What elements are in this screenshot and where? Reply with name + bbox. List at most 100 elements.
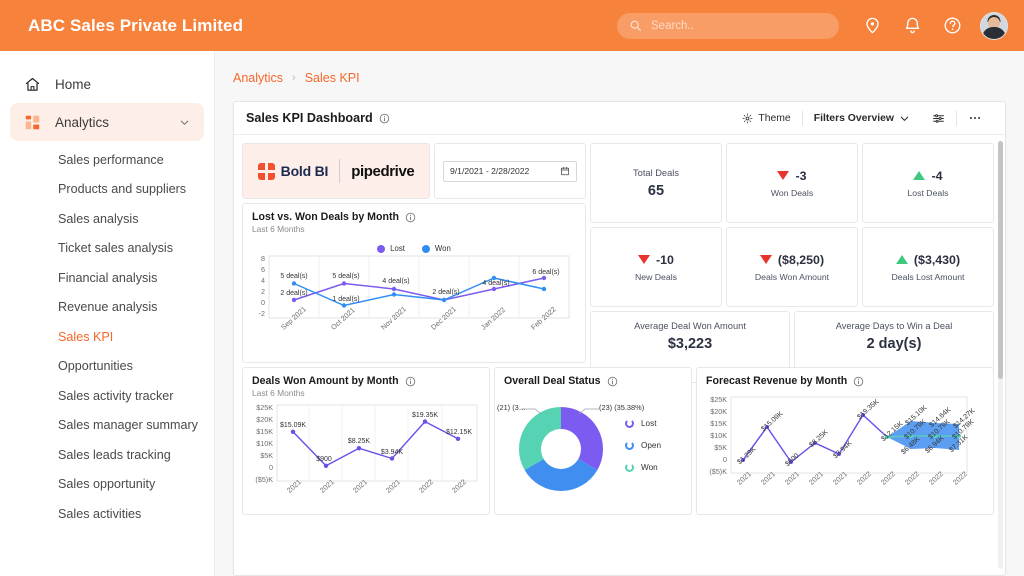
sidebar-item-sales-kpi[interactable]: Sales KPI	[0, 322, 214, 352]
chart-plot-forecast: $25K $20K $15K $10K $5K 0 ($5)K $1.29K $…	[697, 387, 993, 505]
sidebar-item-opportunities[interactable]: Opportunities	[0, 352, 214, 382]
location-pin-icon[interactable]	[863, 16, 882, 35]
point-label: 4 deal(s)	[482, 280, 510, 287]
bell-icon[interactable]	[903, 16, 922, 35]
avatar[interactable]	[980, 11, 1008, 40]
date-range-picker[interactable]: 9/1/2021 - 2/28/2022	[443, 160, 577, 182]
more-options-button[interactable]	[957, 111, 993, 125]
legend-item-lost[interactable]: Lost	[625, 419, 661, 428]
sidebar-item-ticket-sales-analysis[interactable]: Ticket sales analysis	[0, 234, 214, 264]
widget-overall-deal-status: Overall Deal Status (23) (35.38%) (21) (…	[494, 367, 692, 515]
chart-title-text: Overall Deal Status	[504, 375, 601, 387]
legend-item-lost[interactable]: Lost	[377, 244, 405, 253]
chevron-down-icon[interactable]	[179, 117, 190, 128]
theme-label: Theme	[758, 112, 791, 124]
sidebar-sub-label: Sales activities	[58, 506, 142, 521]
dashboard-toolbar: Sales KPI Dashboard Theme Filters Overvi…	[234, 102, 1005, 135]
info-icon[interactable]	[405, 376, 416, 387]
boldbi-logo-icon	[257, 162, 275, 180]
help-circle-icon[interactable]	[943, 16, 962, 35]
triangle-down-icon	[777, 171, 790, 180]
info-icon[interactable]	[379, 113, 390, 124]
widget-deals-lost-amount: ($3,430) Deals Lost Amount	[862, 227, 994, 307]
sidebar-item-analytics[interactable]: Analytics	[10, 103, 204, 141]
search-box[interactable]	[617, 12, 839, 39]
theme-button[interactable]: Theme	[731, 113, 801, 124]
total-deals-label: Total Deals	[633, 167, 679, 178]
point-label: $3.94K	[380, 449, 404, 456]
filters-overview-button[interactable]: Filters Overview	[803, 113, 921, 124]
sidebar-sub-label: Sales analysis	[58, 211, 139, 226]
deals-lost-amount-delta: ($3,430)	[913, 252, 961, 267]
settings-button[interactable]	[921, 112, 956, 125]
chart-subtitle: Last 6 Months	[252, 388, 305, 398]
chart-title: Deals Won Amount by Month	[252, 375, 480, 387]
breadcrumb-sales-kpi[interactable]: Sales KPI	[305, 71, 360, 85]
chart-title-text: Forecast Revenue by Month	[706, 375, 848, 387]
legend-label: Lost	[641, 419, 657, 428]
new-deals-delta: -10	[656, 252, 674, 267]
info-icon[interactable]	[405, 212, 416, 223]
sidebar-item-sales-analysis[interactable]: Sales analysis	[0, 204, 214, 234]
chart-plot-deals-won-amount: $25K $20K $15K $10K $5K 0 ($5)K $15.09K …	[243, 398, 489, 508]
legend-item-open[interactable]: Open	[625, 441, 661, 450]
lost-deals-label: Lost Deals	[907, 187, 949, 198]
legend-item-won[interactable]: Won	[421, 244, 451, 253]
deals-lost-amount-row: ($3,430)	[895, 252, 961, 267]
sidebar-item-sales-activity-tracker[interactable]: Sales activity tracker	[0, 381, 214, 411]
panel-tools: Theme Filters Overview	[731, 110, 993, 126]
sidebar-item-home[interactable]: Home	[10, 65, 204, 103]
sidebar-item-financial-analysis[interactable]: Financial analysis	[0, 263, 214, 293]
point-label: 4 deal(s)	[382, 278, 410, 285]
sidebar-sub-list: Sales performance Products and suppliers…	[0, 145, 214, 529]
boldbi-logo: Bold BI	[257, 162, 328, 180]
sidebar-item-sales-leads-tracking[interactable]: Sales leads tracking	[0, 440, 214, 470]
sidebar-item-home-label: Home	[55, 76, 92, 92]
triangle-down-icon	[759, 255, 772, 264]
info-icon[interactable]	[607, 376, 618, 387]
point-label: 6 deal(s)	[532, 269, 560, 276]
sidebar-sub-label: Revenue analysis	[58, 300, 158, 315]
sidebar-sub-label: Sales manager summary	[58, 418, 198, 433]
point-label: $19.35K	[411, 412, 439, 419]
widget-forecast-revenue: Forecast Revenue by Month $25K $20K $15K…	[696, 367, 994, 515]
header-icons	[863, 16, 962, 35]
search-input[interactable]	[651, 19, 827, 32]
filters-overview-label: Filters Overview	[813, 112, 894, 124]
info-icon[interactable]	[853, 376, 864, 387]
point-label: 2 deal(s)	[432, 289, 460, 296]
sidebar-item-sales-opportunity[interactable]: Sales opportunity	[0, 470, 214, 500]
chart-subtitle: Last 6 Months	[252, 224, 305, 234]
widget-deals-won-amount-by-month: Deals Won Amount by Month Last 6 Months	[242, 367, 490, 515]
top-header-bar: ABC Sales Private Limited	[0, 0, 1024, 51]
sidebar-sub-label: Sales performance	[58, 152, 164, 167]
calendar-icon[interactable]	[560, 166, 570, 176]
sidebar-item-products-and-suppliers[interactable]: Products and suppliers	[0, 175, 214, 205]
triangle-down-icon	[638, 255, 651, 264]
main-content: Analytics › Sales KPI Sales KPI Dashboar…	[215, 51, 1024, 576]
breadcrumb-analytics[interactable]: Analytics	[233, 71, 283, 85]
sliders-icon	[933, 113, 944, 123]
sidebar-item-revenue-analysis[interactable]: Revenue analysis	[0, 293, 214, 323]
breadcrumb: Analytics › Sales KPI	[215, 61, 1024, 94]
sidebar-item-sales-performance[interactable]: Sales performance	[0, 145, 214, 175]
sidebar-item-sales-activities[interactable]: Sales activities	[0, 499, 214, 529]
legend-swatch	[625, 441, 634, 450]
chart-legend: Lost Won	[243, 244, 585, 253]
avg-days-win-label: Average Days to Win a Deal	[835, 321, 953, 331]
legend-label: Open	[641, 441, 662, 450]
sidebar-sub-label: Sales activity tracker	[58, 388, 174, 403]
sidebar-sub-label: Sales opportunity	[58, 477, 156, 492]
search-icon	[630, 20, 641, 31]
chevron-down-icon	[900, 116, 909, 121]
legend-item-won[interactable]: Won	[625, 463, 661, 472]
chart-svg	[268, 255, 570, 319]
sidebar-item-sales-manager-summary[interactable]: Sales manager summary	[0, 411, 214, 441]
chart-header: Overall Deal Status	[495, 368, 691, 387]
widget-date-range: 9/1/2021 - 2/28/2022	[434, 143, 586, 199]
page-title: Sales KPI Dashboard	[246, 111, 373, 125]
dashboard-panel: Sales KPI Dashboard Theme Filters Overvi…	[233, 101, 1006, 576]
slice-label-lost: (23) (35.38%)	[599, 403, 645, 412]
brand[interactable]: ABC Sales Private Limited	[16, 13, 243, 39]
canvas-scrollbar-thumb[interactable]	[998, 141, 1003, 379]
